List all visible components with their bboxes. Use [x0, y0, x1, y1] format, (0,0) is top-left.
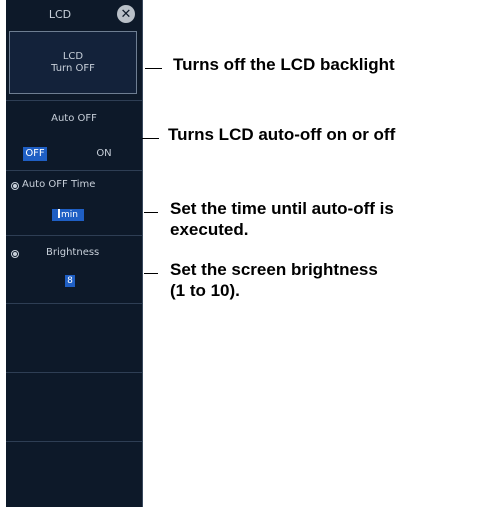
annotation-auto-off: Turns LCD auto-off on or off [168, 125, 396, 144]
annotation-brightness-line2: (1 to 10). [170, 281, 240, 300]
divider [6, 235, 142, 236]
annotation-brightness-line1: Set the screen brightness [170, 260, 378, 279]
brightness-label: Brightness [46, 247, 100, 258]
callout-line [144, 273, 158, 274]
auto-off-time-label: Auto OFF Time [22, 179, 96, 190]
callout-line [142, 138, 159, 139]
auto-off-option-off[interactable]: OFF [23, 147, 47, 161]
close-icon[interactable]: ✕ [117, 5, 135, 23]
annotation-auto-off-time-line1: Set the time until auto-off is [170, 199, 394, 218]
lcd-turn-off-label-line2: Turn OFF [51, 62, 95, 74]
panel-title: LCD [48, 8, 72, 21]
lcd-turn-off-label-line1: LCD [62, 50, 84, 62]
auto-off-label: Auto OFF [51, 113, 97, 124]
callout-line [145, 68, 162, 69]
divider [6, 303, 142, 304]
text-cursor [58, 209, 60, 218]
lcd-settings-panel: LCD ✕ LCD Turn OFF Auto OFF OFF ON Auto … [6, 0, 143, 507]
auto-off-option-on[interactable]: ON [92, 147, 116, 161]
annotation-auto-off-time-line2: executed. [170, 220, 249, 239]
divider [6, 372, 142, 373]
lcd-turn-off-button[interactable]: LCD Turn OFF [9, 31, 137, 94]
annotation-lcd-backlight: Turns off the LCD backlight [173, 55, 395, 74]
divider [6, 170, 142, 171]
brightness-input[interactable]: 8 [65, 275, 75, 287]
divider [6, 441, 142, 442]
auto-off-time-value: min [61, 210, 78, 220]
callout-line [144, 212, 158, 213]
radio-icon[interactable] [11, 250, 19, 258]
radio-icon[interactable] [11, 182, 19, 190]
divider [6, 100, 142, 101]
auto-off-time-input[interactable]: min [52, 209, 84, 221]
